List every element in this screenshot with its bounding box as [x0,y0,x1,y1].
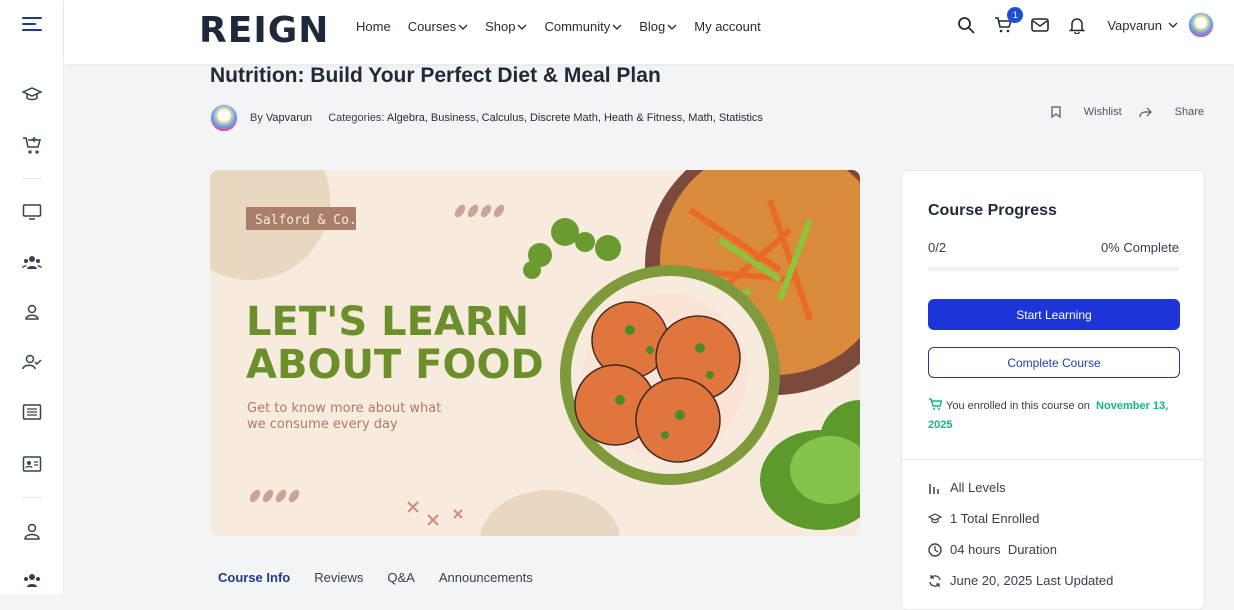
bell-icon[interactable] [1065,13,1089,37]
hero-headline-2: ABOUT FOOD [246,342,544,388]
nav-label: My account [694,19,761,34]
nav-label: Courses [407,19,457,34]
hero-headline-1: LET'S LEARN [246,299,529,345]
nav-label: Blog [639,19,666,34]
food-illustration: Salford & Co. LET'S LEARN ABOUT FOOD Get… [210,170,860,536]
header-actions: 1 Vapvarun [941,7,1214,38]
hero-brand-tag: Salford & Co. [255,213,357,228]
chevron-down-icon [1168,22,1178,28]
course-title: Nutrition: Build Your Perfect Diet & Mea… [210,64,661,87]
progress-bar [928,267,1179,271]
left-sidebar [0,0,64,594]
author-avatar[interactable] [210,104,238,132]
detail-enrolled-text: 1 Total Enrolled [950,511,1040,526]
username-label: Vapvarun [1107,17,1162,33]
tab-qa[interactable]: Q&A [387,570,414,585]
chevron-down-icon [612,24,622,30]
detail-duration-text: 04 hours Duration [950,542,1057,557]
top-header: REIGN Home Courses Shop Community Blog M… [64,0,1234,64]
site-logo[interactable]: REIGN [199,10,329,51]
progress-count: 0/2 [928,240,947,255]
tab-course-info[interactable]: Course Info [218,570,290,585]
hero-subtext-2: we consume every day [247,417,398,432]
graduation-cap-icon[interactable] [20,83,44,107]
card-divider [902,459,1204,460]
wishlist-label: Wishlist [1083,106,1122,118]
course-actions: Wishlist Share [1034,106,1204,118]
complete-course-button[interactable]: Complete Course [928,347,1180,378]
nav-label: Shop [485,19,516,34]
author-name[interactable]: Vapvarun [266,112,312,124]
course-hero-image: Salford & Co. LET'S LEARN ABOUT FOOD Get… [210,170,860,536]
menu-icon[interactable] [20,12,44,36]
monitor-icon[interactable] [20,200,44,224]
detail-duration: 04 hours Duration [928,542,1057,557]
hero-subtext-1: Get to know more about what [247,401,441,416]
detail-level-text: All Levels [950,480,1006,495]
list-icon[interactable] [20,400,44,424]
nav-label: Home [356,19,391,34]
progress-percent: 0% Complete [1100,240,1179,255]
nav-home[interactable]: Home [356,19,391,34]
tab-announcements[interactable]: Announcements [439,570,533,585]
progress-summary: 0/2 0% Complete [928,240,1179,255]
wishlist-button[interactable]: Wishlist [1051,106,1122,118]
sidebar-divider [22,497,42,498]
course-progress-card: Course Progress 0/2 0% Complete Start Le… [901,170,1205,610]
share-icon [1139,107,1152,117]
categories-list[interactable]: Algebra, Business, Calculus, Discrete Ma… [387,112,763,124]
user-check-icon[interactable] [20,350,44,374]
categories-line: Categories: Algebra, Business, Calculus,… [328,112,763,124]
detail-enrolled: 1 Total Enrolled [928,511,1039,526]
enrollment-note: You enrolled in this course on November … [928,397,1188,435]
members-icon[interactable] [20,568,44,592]
nav-label: Community [544,19,611,34]
main-nav: Home Courses Shop Community Blog My acco… [356,19,778,34]
nav-blog[interactable]: Blog [639,19,677,34]
sidebar-divider [22,178,42,179]
chevron-down-icon [518,24,527,30]
cart-check-icon [929,398,943,410]
user-icon[interactable] [20,519,44,543]
level-icon [929,483,939,494]
avatar[interactable] [1188,12,1214,38]
forum-icon[interactable] [20,300,44,324]
cart-count-badge: 1 [1007,7,1024,23]
course-meta: By Vapvarun Categories: Algebra, Busines… [210,104,763,132]
detail-level: All Levels [928,480,1006,495]
nav-courses[interactable]: Courses [408,19,468,34]
chevron-down-icon [667,24,677,30]
tab-reviews[interactable]: Reviews [314,570,363,585]
detail-updated-text: June 20, 2025 Last Updated [950,573,1114,588]
bookmark-icon [1051,106,1061,118]
share-label: Share [1174,106,1204,118]
course-tabs: Course Info Reviews Q&A Announcements [218,570,557,585]
nav-shop[interactable]: Shop [485,19,527,34]
user-menu[interactable]: Vapvarun [1107,18,1178,33]
search-icon[interactable] [954,13,978,37]
groups-icon[interactable] [20,250,44,274]
nav-my-account[interactable]: My account [694,19,760,34]
share-button[interactable]: Share [1139,106,1204,118]
categories-prefix: Categories: [328,112,385,124]
nav-community[interactable]: Community [544,19,622,34]
cart-icon[interactable]: 1 [991,7,1024,37]
cart-plus-icon[interactable] [20,133,44,157]
graduation-cap-icon [928,512,942,523]
detail-updated: June 20, 2025 Last Updated [928,573,1113,588]
mail-icon[interactable] [1028,13,1052,37]
enrolled-text: You enrolled in this course on [946,400,1090,412]
id-card-icon[interactable] [20,452,44,476]
progress-card-title: Course Progress [928,202,1057,219]
by-prefix: By [250,112,263,124]
author-line: By Vapvarun [250,112,312,124]
chevron-down-icon [458,24,468,30]
start-learning-button[interactable]: Start Learning [928,299,1180,330]
clock-icon [928,542,942,557]
refresh-icon [929,574,941,587]
